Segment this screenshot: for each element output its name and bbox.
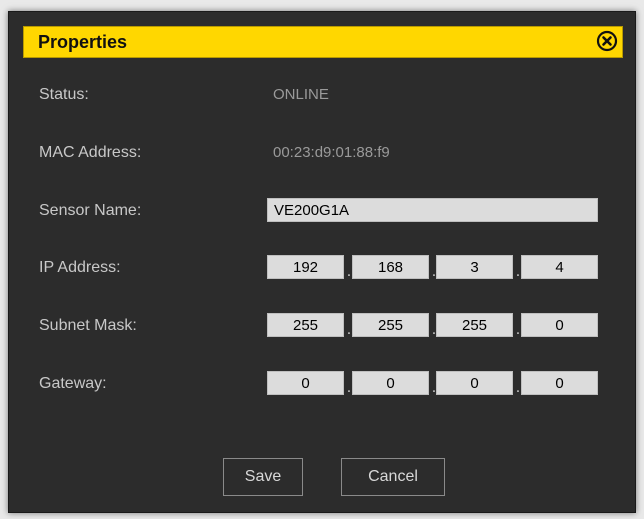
mac-address-label: MAC Address:	[39, 144, 142, 161]
close-icon[interactable]	[596, 30, 618, 52]
save-button[interactable]: Save	[223, 458, 303, 496]
subnet-octet-2[interactable]	[352, 313, 429, 337]
ip-address-label: IP Address:	[39, 259, 121, 276]
ip-octet-4[interactable]	[521, 255, 598, 279]
ip-octet-2[interactable]	[352, 255, 429, 279]
subnet-octet-4[interactable]	[521, 313, 598, 337]
ip-octet-3[interactable]	[436, 255, 513, 279]
properties-dialog: Properties Status: ONLINE MAC Address: 0…	[8, 11, 636, 513]
ip-octet-1[interactable]	[267, 255, 344, 279]
gateway-octet-4[interactable]	[521, 371, 598, 395]
gateway-label: Gateway:	[39, 375, 107, 392]
cancel-button[interactable]: Cancel	[341, 458, 445, 496]
sensor-name-input[interactable]	[267, 198, 598, 222]
gateway-octet-2[interactable]	[352, 371, 429, 395]
status-label: Status:	[39, 86, 89, 103]
sensor-name-label: Sensor Name:	[39, 202, 142, 219]
status-value: ONLINE	[273, 86, 329, 103]
subnet-octet-3[interactable]	[436, 313, 513, 337]
subnet-octet-1[interactable]	[267, 313, 344, 337]
dialog-titlebar: Properties	[23, 26, 623, 58]
subnet-mask-label: Subnet Mask:	[39, 317, 137, 334]
gateway-octet-1[interactable]	[267, 371, 344, 395]
gateway-octet-3[interactable]	[436, 371, 513, 395]
mac-address-value: 00:23:d9:01:88:f9	[273, 144, 390, 161]
dialog-title: Properties	[38, 32, 128, 52]
